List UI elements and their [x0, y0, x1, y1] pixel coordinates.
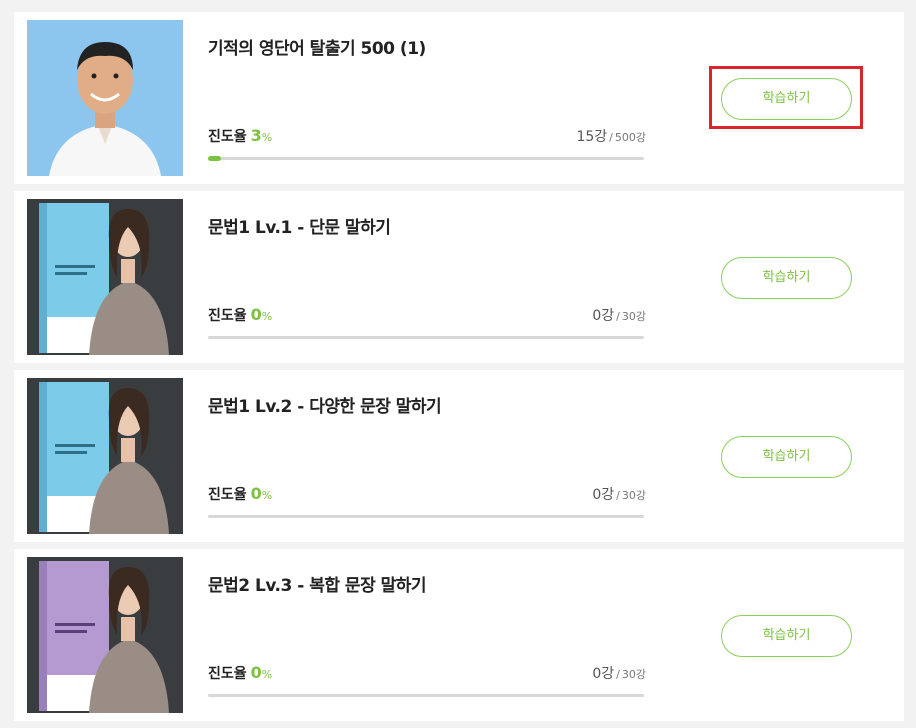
- course-title[interactable]: 문법1 Lv.1 - 단문 말하기: [208, 213, 391, 238]
- progress-percent: 0: [250, 484, 262, 503]
- progress-percent: 0: [250, 663, 262, 682]
- course-title[interactable]: 문법2 Lv.3 - 복합 문장 말하기: [208, 571, 427, 596]
- progress-bar: [208, 156, 644, 161]
- progress-bar: [208, 515, 644, 518]
- study-button[interactable]: 학습하기: [721, 436, 852, 478]
- course-title[interactable]: 기적의 영단어 탈출기 500 (1): [208, 34, 426, 59]
- study-button[interactable]: 학습하기: [721, 78, 852, 120]
- progress-label: 진도율: [208, 308, 247, 324]
- lecture-count: 0강/30강: [592, 484, 646, 504]
- lectures-done: 0강: [592, 666, 615, 682]
- lectures-done: 0강: [592, 308, 615, 324]
- lecture-separator: /: [616, 310, 620, 323]
- progress-percent: 3: [250, 126, 262, 145]
- progress-unit: %: [261, 131, 273, 144]
- lecture-count: 0강/30강: [592, 663, 646, 683]
- course-card: 문법1 Lv.2 - 다양한 문장 말하기 진도율 0% 0강/30강 학습하기: [14, 370, 904, 542]
- lecture-separator: /: [616, 489, 620, 502]
- progress-bar: [208, 336, 644, 339]
- lecture-count: 15강/500강: [576, 126, 646, 146]
- progress-label: 진도율: [208, 129, 247, 145]
- lecture-separator: /: [616, 668, 620, 681]
- progress-text: 진도율 3%: [208, 126, 272, 146]
- progress-label: 진도율: [208, 666, 247, 682]
- course-card: 기적의 영단어 탈출기 500 (1) 진도율 3% 15강/500강 학습하기: [14, 12, 904, 184]
- progress-unit: %: [261, 668, 273, 681]
- course-thumbnail[interactable]: [27, 199, 183, 355]
- course-thumbnail[interactable]: [27, 378, 183, 534]
- progress-text: 진도율 0%: [208, 484, 272, 504]
- lecture-separator: /: [609, 131, 613, 144]
- progress-percent: 0: [250, 305, 262, 324]
- course-thumbnail[interactable]: [27, 557, 183, 713]
- course-card: 문법2 Lv.3 - 복합 문장 말하기 진도율 0% 0강/30강 학습하기: [14, 549, 904, 721]
- course-card: 문법1 Lv.1 - 단문 말하기 진도율 0% 0강/30강 학습하기: [14, 191, 904, 363]
- progress-bar-fill: [208, 156, 222, 161]
- course-list: 기적의 영단어 탈출기 500 (1) 진도율3% 15강/500강 학습하기: [0, 0, 916, 728]
- lectures-done: 0강: [592, 487, 615, 503]
- progress-unit: %: [261, 489, 273, 502]
- lectures-total: 30강: [621, 668, 646, 681]
- lectures-total: 500강: [614, 131, 646, 144]
- progress-bar: [208, 694, 644, 697]
- lectures-done: 15강: [576, 129, 608, 145]
- course-title[interactable]: 문법1 Lv.2 - 다양한 문장 말하기: [208, 392, 442, 417]
- progress-text: 진도율 0%: [208, 305, 272, 325]
- lectures-total: 30강: [621, 310, 646, 323]
- progress-unit: %: [261, 310, 273, 323]
- lecture-count: 0강/30강: [592, 305, 646, 325]
- lectures-total: 30강: [621, 489, 646, 502]
- course-thumbnail[interactable]: [27, 20, 183, 176]
- progress-text: 진도율 0%: [208, 663, 272, 683]
- study-button[interactable]: 학습하기: [721, 615, 852, 657]
- study-button[interactable]: 학습하기: [721, 257, 852, 299]
- progress-label: 진도율: [208, 487, 247, 503]
